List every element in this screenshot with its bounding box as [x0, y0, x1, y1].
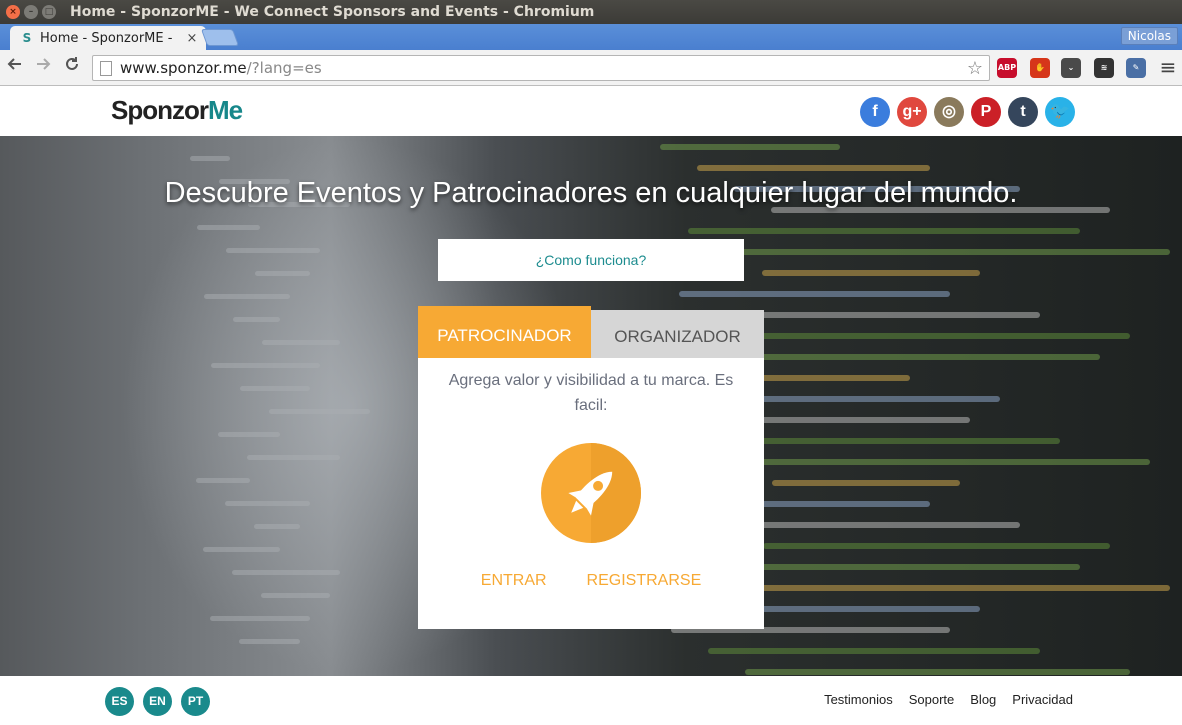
code-line-decoration — [716, 312, 1040, 318]
window-title-bar: × – □ Home - SponzorME - We Connect Spon… — [0, 0, 1182, 24]
tree-line-decoration — [226, 248, 320, 253]
logo-text-me: Me — [208, 95, 243, 125]
browser-toolbar: www.sponzor.me/?lang=es ☆ ABP ✋ ⌄ ≋ ✎ ≡ — [0, 50, 1182, 86]
code-line-decoration — [697, 165, 930, 171]
tree-line-decoration — [254, 524, 300, 529]
code-line-decoration — [745, 669, 1130, 675]
code-line-decoration — [679, 291, 950, 297]
url-host: www.sponzor.me — [120, 59, 247, 77]
tree-line-decoration — [210, 616, 310, 621]
code-line-decoration — [725, 249, 1170, 255]
stop-hand-icon[interactable]: ✋ — [1030, 58, 1050, 78]
twitter-icon[interactable]: 🐦 — [1045, 97, 1075, 127]
tree-line-decoration — [225, 501, 310, 506]
tab-close-icon[interactable]: × — [184, 31, 200, 46]
code-line-decoration — [754, 606, 980, 612]
facebook-icon[interactable]: f — [860, 97, 890, 127]
hero-headline: Descubre Eventos y Patrocinadores en cua… — [164, 177, 1018, 209]
login-button[interactable]: ENTRAR — [481, 572, 547, 590]
layers-icon[interactable]: ≋ — [1094, 58, 1114, 78]
tree-line-decoration — [196, 478, 250, 483]
tree-line-decoration — [262, 340, 340, 345]
code-line-decoration — [688, 228, 1080, 234]
tree-line-decoration — [240, 386, 310, 391]
footer-link-privacidad[interactable]: Privacidad — [1012, 692, 1073, 707]
tree-line-decoration — [203, 547, 280, 552]
sponsor-description: Agrega valor y visibilidad a tu marca. E… — [448, 372, 734, 414]
code-line-decoration — [753, 333, 1130, 339]
tree-line-decoration — [232, 570, 340, 575]
sponzorme-favicon-icon: S — [22, 31, 32, 45]
sponzorme-logo[interactable]: SponzorMe — [111, 95, 243, 126]
tree-line-decoration — [233, 317, 280, 322]
sponsor-card: Agrega valor y visibilidad a tu marca. E… — [418, 358, 764, 629]
tree-line-decoration — [204, 294, 290, 299]
back-arrow-icon[interactable] — [4, 56, 26, 78]
adblock-plus-icon[interactable]: ABP — [997, 58, 1017, 78]
card-actions: ENTRAR REGISTRARSE — [418, 572, 764, 590]
bookmark-star-icon[interactable]: ☆ — [967, 58, 983, 79]
window-minimize-button[interactable]: – — [24, 5, 38, 19]
url-path: /?lang=es — [246, 59, 322, 77]
tab-sponsor[interactable]: PATROCINADOR — [418, 306, 591, 358]
tab-strip: S Home - SponzorME - × Nicolas — [0, 24, 1182, 50]
pocket-icon[interactable]: ⌄ — [1061, 58, 1081, 78]
code-line-decoration — [763, 543, 1110, 549]
tree-line-decoration — [255, 271, 310, 276]
browser-tab-home[interactable]: S Home - SponzorME - × — [10, 26, 206, 50]
code-line-decoration — [772, 480, 960, 486]
google-plus-icon[interactable]: g+ — [897, 97, 927, 127]
window-title: Home - SponzorME - We Connect Sponsors a… — [70, 4, 595, 20]
tree-line-decoration — [239, 639, 300, 644]
language-button-pt[interactable]: PT — [181, 687, 210, 716]
register-button[interactable]: REGISTRARSE — [587, 572, 702, 590]
code-line-decoration — [744, 396, 1000, 402]
how-it-works-button[interactable]: ¿Como funciona? — [438, 239, 744, 281]
rocket-icon — [541, 443, 641, 543]
menu-icon[interactable]: ≡ — [1157, 56, 1179, 78]
code-line-decoration — [726, 522, 1020, 528]
footer-link-blog[interactable]: Blog — [970, 692, 996, 707]
tree-line-decoration — [218, 432, 280, 437]
code-line-decoration — [735, 459, 1150, 465]
new-tab-button[interactable] — [200, 29, 240, 46]
code-line-decoration — [660, 144, 840, 150]
tree-line-decoration — [190, 156, 230, 161]
footer-link-soporte[interactable]: Soporte — [909, 692, 955, 707]
role-tabs: PATROCINADOR ORGANIZADOR — [418, 306, 764, 358]
tree-line-decoration — [247, 455, 340, 460]
window-close-button[interactable]: × — [6, 5, 20, 19]
tab-organizer[interactable]: ORGANIZADOR — [591, 310, 764, 358]
code-line-decoration — [717, 585, 1170, 591]
site-footer: ES EN PT Testimonios Soporte Blog Privacidad — [0, 676, 1182, 725]
language-button-en[interactable]: EN — [143, 687, 172, 716]
tab-title: Home - SponzorME - — [40, 30, 173, 46]
page-icon — [100, 60, 112, 76]
hero-section: Descubre Eventos y Patrocinadores en cua… — [0, 136, 1182, 676]
language-button-es[interactable]: ES — [105, 687, 134, 716]
tree-line-decoration — [269, 409, 370, 414]
tree-line-decoration — [261, 593, 330, 598]
footer-link-testimonios[interactable]: Testimonios — [824, 692, 893, 707]
code-line-decoration — [708, 648, 1040, 654]
footer-links: Testimonios Soporte Blog Privacidad — [824, 692, 1073, 707]
profile-button[interactable]: Nicolas — [1120, 27, 1178, 45]
site-header: SponzorMe f g+ ◎ Pt 🐦 — [0, 87, 1182, 136]
tree-line-decoration — [211, 363, 320, 368]
logo-text-sponzor: Sponzor — [111, 95, 209, 125]
pinterest-icon[interactable]: P — [971, 97, 1001, 127]
reload-icon[interactable] — [61, 56, 83, 78]
forward-arrow-icon[interactable] — [32, 56, 54, 78]
tumblr-icon[interactable]: t — [1008, 97, 1038, 127]
window-maximize-button[interactable]: □ — [42, 5, 56, 19]
address-bar[interactable]: www.sponzor.me/?lang=es ☆ — [92, 55, 990, 81]
code-line-decoration — [762, 270, 980, 276]
instagram-icon[interactable]: ◎ — [934, 97, 964, 127]
tree-line-decoration — [197, 225, 260, 230]
eyedropper-icon[interactable]: ✎ — [1126, 58, 1146, 78]
